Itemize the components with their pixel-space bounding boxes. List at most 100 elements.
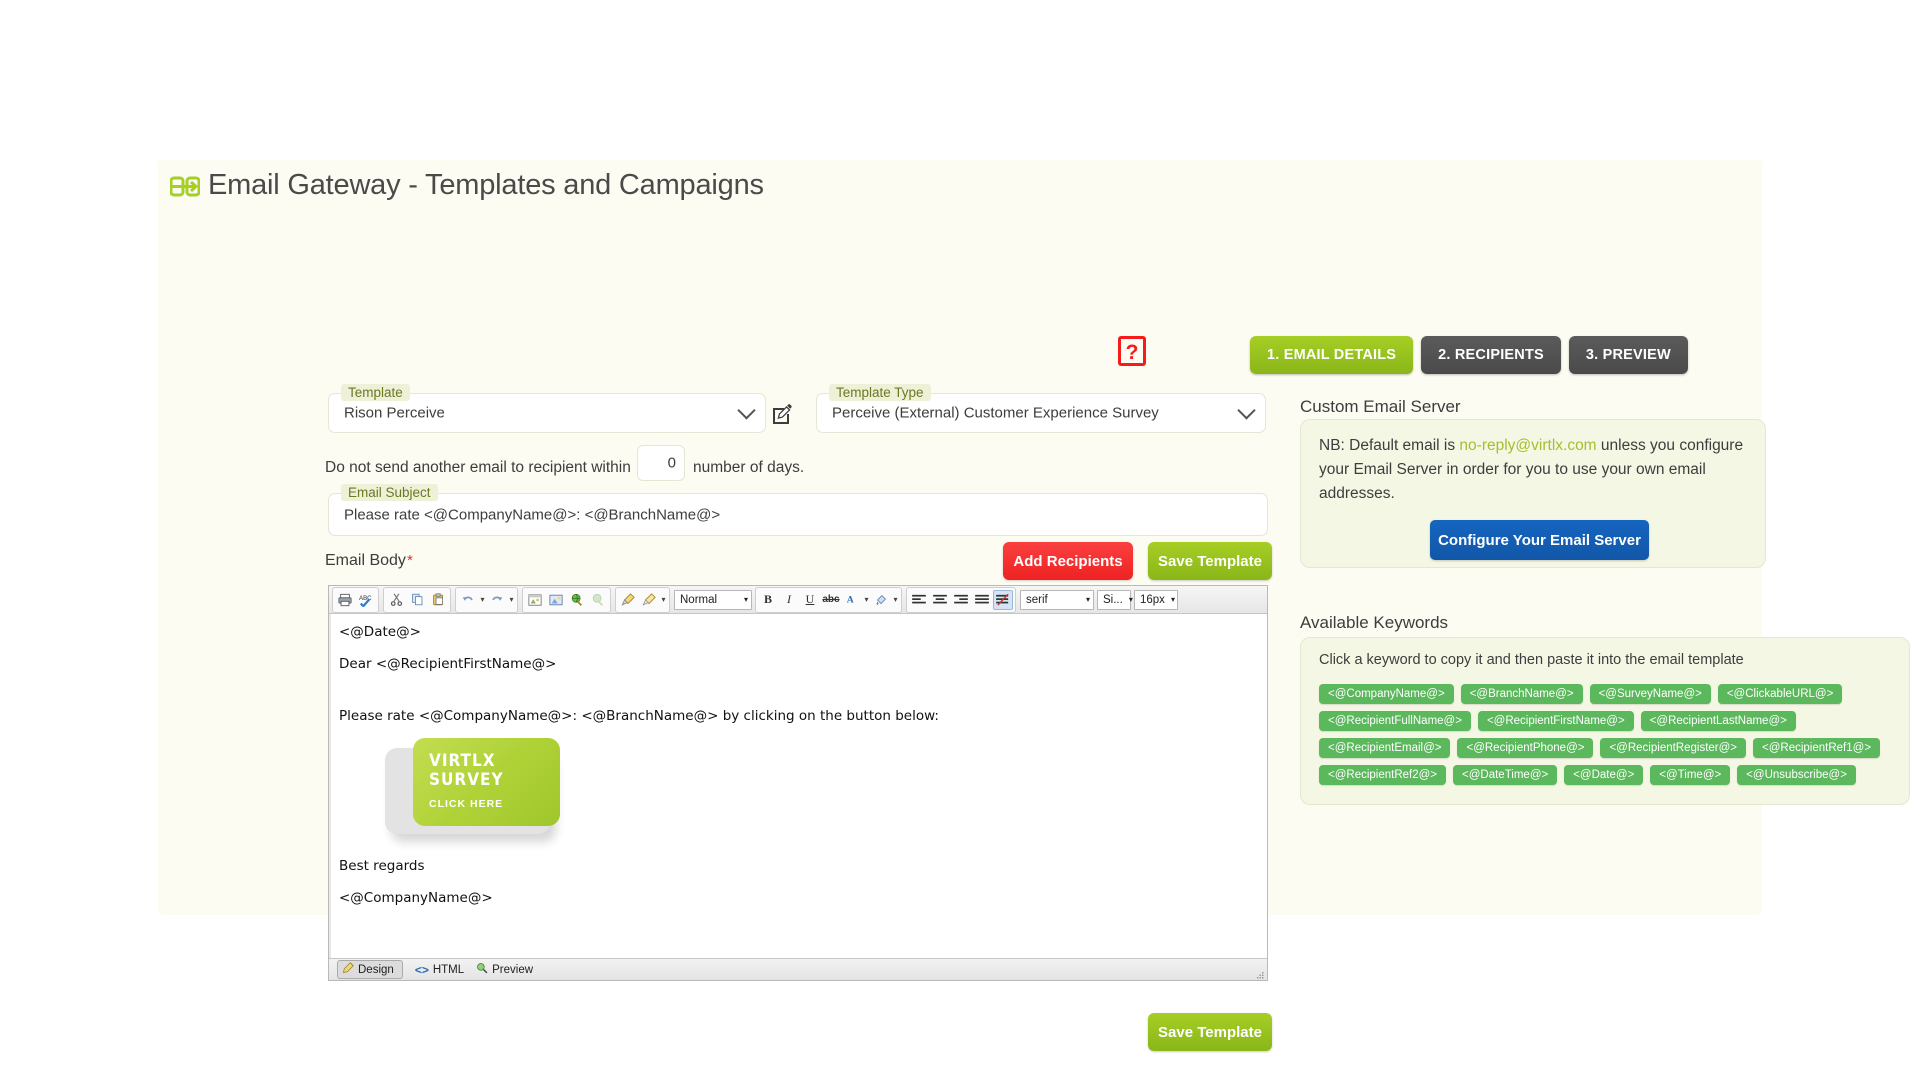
font-size-select[interactable]: 16px ▾ xyxy=(1134,589,1178,610)
keyword-chip[interactable]: <@BranchName@> xyxy=(1460,684,1583,704)
bold-button[interactable]: B xyxy=(758,590,778,610)
save-template-button-top[interactable]: Save Template xyxy=(1148,542,1272,580)
configure-email-server-button[interactable]: Configure Your Email Server xyxy=(1430,520,1649,560)
keyword-chip[interactable]: <@RecipientFirstName@> xyxy=(1477,711,1634,731)
edit-template-icon[interactable] xyxy=(771,403,793,425)
remove-format-icon[interactable] xyxy=(993,589,1013,610)
email-body-editor[interactable]: ABC ▾ ▾ ▾ Normal ▾ B I U abc A ▾ ▾ serif… xyxy=(328,585,1268,981)
font-color-caret[interactable]: ▾ xyxy=(863,595,870,604)
keyword-chip[interactable]: <@RecipientRegister@> xyxy=(1600,738,1747,758)
editor-tab-html[interactable]: <> HTML xyxy=(415,963,464,977)
body-line-blank-1 xyxy=(339,640,1267,656)
highlight-color-caret[interactable]: ▾ xyxy=(892,595,899,604)
keyword-chip[interactable]: <@ClickableURL@> xyxy=(1717,684,1843,704)
editor-tab-design[interactable]: Design xyxy=(337,960,403,979)
save-template-button-bottom[interactable]: Save Template xyxy=(1148,1013,1272,1051)
help-icon[interactable]: ? xyxy=(1118,336,1146,366)
font-size-name-value: Si... xyxy=(1103,593,1123,606)
survey-button-face: VIRTLX SURVEY CLICK HERE xyxy=(413,738,560,826)
custom-email-server-panel: NB: Default email is no-reply@virtlx.com… xyxy=(1300,419,1766,568)
insert-image-icon[interactable] xyxy=(525,590,545,610)
keyword-chip[interactable]: <@Time@> xyxy=(1650,765,1731,785)
spellcheck-icon[interactable]: ABC xyxy=(356,590,376,610)
undo-dropdown-caret[interactable]: ▾ xyxy=(479,595,486,604)
cut-icon[interactable] xyxy=(386,590,406,610)
image-properties-icon[interactable] xyxy=(546,590,566,610)
tab-preview[interactable]: 3. PREVIEW xyxy=(1568,336,1688,374)
custom-email-server-title: Custom Email Server xyxy=(1300,397,1461,416)
remove-link-icon[interactable] xyxy=(588,590,608,610)
email-subject-label: Email Subject xyxy=(341,484,438,501)
keyword-chip[interactable]: <@DateTime@> xyxy=(1453,765,1558,785)
survey-button-line1: VIRTLX SURVEY xyxy=(429,751,504,790)
align-left-icon[interactable] xyxy=(909,590,929,610)
align-right-icon[interactable] xyxy=(951,590,971,610)
email-subject-value: Please rate <@CompanyName@>: <@BranchNam… xyxy=(344,506,721,523)
note-prefix: NB: Default email is xyxy=(1319,437,1460,454)
throttle-suffix-label: number of days. xyxy=(693,459,805,476)
chevron-down-icon: ▾ xyxy=(1128,595,1133,604)
default-email-link[interactable]: no-reply@virtlx.com xyxy=(1459,437,1596,454)
keyword-chip[interactable]: <@SurveyName@> xyxy=(1589,684,1711,704)
keyword-list: <@CompanyName@> <@BranchName@> <@SurveyNam… xyxy=(1319,684,1899,785)
copy-icon[interactable] xyxy=(407,590,427,610)
format-painter-icon[interactable] xyxy=(618,590,638,610)
editor-mode-tabs: Design <> HTML Preview xyxy=(329,958,1267,980)
font-family-select[interactable]: serif ▾ xyxy=(1020,589,1094,610)
editor-tab-preview[interactable]: Preview xyxy=(476,962,533,977)
toolbar-group-align xyxy=(906,586,1016,613)
keyword-chip[interactable]: <@RecipientPhone@> xyxy=(1457,738,1594,758)
insert-link-icon[interactable] xyxy=(567,590,587,610)
survey-button-image[interactable]: VIRTLX SURVEY CLICK HERE xyxy=(385,738,560,836)
align-justify-icon[interactable] xyxy=(972,590,992,610)
svg-text:A: A xyxy=(847,594,854,605)
days-input[interactable]: 0 xyxy=(637,445,685,481)
keyword-chip[interactable]: <@CompanyName@> xyxy=(1319,684,1454,704)
paste-icon[interactable] xyxy=(428,590,448,610)
tab-recipients[interactable]: 2. RECIPIENTS xyxy=(1421,336,1561,374)
font-size-name-select[interactable]: Si... ▾ xyxy=(1097,589,1133,610)
keyword-chip[interactable]: <@RecipientLastName@> xyxy=(1640,711,1796,731)
italic-button[interactable]: I xyxy=(779,590,799,610)
keyword-chip[interactable]: <@Date@> xyxy=(1564,765,1644,785)
wizard-tabs: 1. EMAIL DETAILS 2. RECIPIENTS 3. PREVIE… xyxy=(1250,336,1688,374)
keyword-chip[interactable]: <@Unsubscribe@> xyxy=(1737,765,1856,785)
font-size-value: 16px xyxy=(1140,593,1165,606)
format-painter-caret[interactable]: ▾ xyxy=(660,595,667,604)
undo-icon[interactable] xyxy=(458,590,478,610)
chevron-down-icon: ▾ xyxy=(743,595,748,604)
font-color-icon[interactable]: A xyxy=(842,590,862,610)
align-center-icon[interactable] xyxy=(930,590,950,610)
keyword-chip[interactable]: <@RecipientEmail@> xyxy=(1319,738,1451,758)
redo-icon[interactable] xyxy=(487,590,507,610)
survey-button-line3: CLICK HERE xyxy=(429,798,504,810)
clear-format-brush-icon[interactable] xyxy=(639,590,659,610)
template-type-label: Template Type xyxy=(829,384,931,401)
toolbar-group-history: ▾ ▾ xyxy=(455,586,518,613)
paragraph-style-select[interactable]: Normal ▾ xyxy=(674,589,752,610)
throttle-prefix-label: Do not send another email to recipient w… xyxy=(325,459,631,476)
highlight-color-icon[interactable] xyxy=(871,590,891,610)
tab-email-details[interactable]: 1. EMAIL DETAILS xyxy=(1250,336,1414,374)
template-type-select[interactable]: Template Type Perceive (External) Custom… xyxy=(816,384,1266,433)
chevron-down-icon: ▾ xyxy=(1170,595,1175,604)
email-gateway-icon xyxy=(169,174,201,200)
toolbar-group-text-style: B I U abc A ▾ ▾ xyxy=(755,586,902,613)
email-body-label: Email Body xyxy=(325,552,406,569)
strikethrough-button[interactable]: abc xyxy=(821,590,841,610)
keyword-chip[interactable]: <@RecipientRef1@> xyxy=(1753,738,1881,758)
email-body-content[interactable]: <@Date@> Dear <@RecipientFirstName@> Ple… xyxy=(329,614,1267,958)
keyword-chip[interactable]: <@RecipientFullName@> xyxy=(1319,711,1471,731)
redo-dropdown-caret[interactable]: ▾ xyxy=(508,595,515,604)
template-select[interactable]: Template Rison Perceive xyxy=(328,384,766,433)
underline-button[interactable]: U xyxy=(800,590,820,610)
email-subject-input[interactable]: Email Subject Please rate <@CompanyName@… xyxy=(328,484,1268,536)
keyword-chip[interactable]: <@RecipientRef2@> xyxy=(1319,765,1447,785)
body-line-best-regards: Best regards xyxy=(339,858,425,874)
add-recipients-button[interactable]: Add Recipients xyxy=(1003,542,1133,580)
editor-tab-design-label: Design xyxy=(358,963,394,976)
resize-grip-icon[interactable] xyxy=(1255,968,1265,979)
svg-text:ABC: ABC xyxy=(359,595,372,602)
body-line-please-rate: Please rate <@CompanyName@>: <@BranchNam… xyxy=(339,708,939,724)
print-icon[interactable] xyxy=(335,590,355,610)
